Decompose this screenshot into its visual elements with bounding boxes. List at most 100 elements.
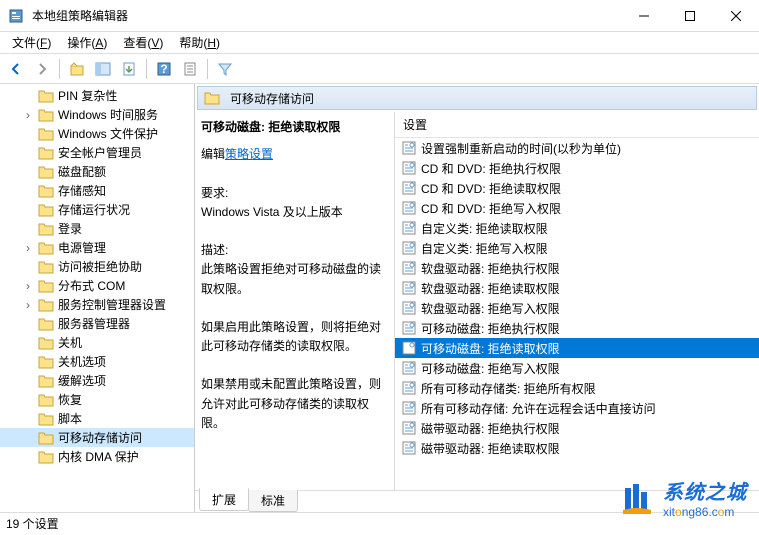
tree-item[interactable]: 安全帐户管理员 — [0, 143, 194, 162]
setting-item[interactable]: CD 和 DVD: 拒绝执行权限 — [395, 158, 759, 178]
selected-setting-title: 可移动磁盘: 拒绝读取权限 — [201, 118, 384, 137]
setting-label: CD 和 DVD: 拒绝执行权限 — [421, 160, 561, 177]
details-pane: 可移动存储访问 可移动磁盘: 拒绝读取权限 编辑策略设置 要求: Windows… — [195, 84, 759, 512]
tabs: 扩展标准 — [195, 490, 759, 512]
column-header-setting[interactable]: 设置 — [395, 112, 759, 138]
separator — [207, 59, 208, 79]
status-bar: 19 个设置 — [0, 512, 759, 534]
expand-icon: › — [26, 298, 38, 312]
menu-item[interactable]: 帮助(H) — [171, 32, 228, 53]
tree-item-label: 安全帐户管理员 — [58, 144, 142, 161]
menu-item[interactable]: 文件(F) — [4, 32, 59, 53]
setting-item[interactable]: 磁带驱动器: 拒绝读取权限 — [395, 438, 759, 458]
setting-item[interactable]: CD 和 DVD: 拒绝写入权限 — [395, 198, 759, 218]
description-pane: 可移动磁盘: 拒绝读取权限 编辑策略设置 要求: Windows Vista 及… — [195, 112, 395, 490]
setting-item[interactable]: 可移动磁盘: 拒绝读取权限 — [395, 338, 759, 358]
requirements-label: 要求: — [201, 184, 384, 203]
expand-icon: › — [26, 279, 38, 293]
tree-item[interactable]: ›分布式 COM — [0, 276, 194, 295]
setting-label: 软盘驱动器: 拒绝执行权限 — [421, 260, 560, 277]
setting-item[interactable]: 设置强制重新启动的时间(以秒为单位) — [395, 138, 759, 158]
setting-item[interactable]: 软盘驱动器: 拒绝读取权限 — [395, 278, 759, 298]
tree-item[interactable]: ›Windows 时间服务 — [0, 105, 194, 124]
setting-item[interactable]: 软盘驱动器: 拒绝执行权限 — [395, 258, 759, 278]
tree-item[interactable]: 服务器管理器 — [0, 314, 194, 333]
menu-item[interactable]: 查看(V) — [115, 32, 171, 53]
setting-label: 可移动磁盘: 拒绝执行权限 — [421, 320, 560, 337]
properties-button[interactable] — [178, 57, 202, 81]
tree-item[interactable]: 存储运行状况 — [0, 200, 194, 219]
tree-item[interactable]: 存储感知 — [0, 181, 194, 200]
description-text: 此策略设置拒绝对可移动磁盘的读取权限。 — [201, 260, 384, 298]
tree-item[interactable]: Windows 文件保护 — [0, 124, 194, 143]
setting-item[interactable]: 自定义类: 拒绝读取权限 — [395, 218, 759, 238]
tree-item[interactable]: 脚本 — [0, 409, 194, 428]
tree-item[interactable]: 磁盘配额 — [0, 162, 194, 181]
window-title: 本地组策略编辑器 — [32, 7, 621, 24]
description-paragraph: 如果启用此策略设置，则将拒绝对此可移动存储类的读取权限。 — [201, 318, 384, 356]
export-list-button[interactable] — [117, 57, 141, 81]
tree-item-label: PIN 复杂性 — [58, 87, 117, 104]
setting-item[interactable]: 所有可移动存储: 允许在远程会话中直接访问 — [395, 398, 759, 418]
setting-item[interactable]: 所有可移动存储类: 拒绝所有权限 — [395, 378, 759, 398]
tree-item-label: 电源管理 — [58, 239, 106, 256]
setting-item[interactable]: 磁带驱动器: 拒绝执行权限 — [395, 418, 759, 438]
setting-label: 可移动磁盘: 拒绝读取权限 — [421, 340, 560, 357]
setting-label: 软盘驱动器: 拒绝写入权限 — [421, 300, 560, 317]
setting-item[interactable]: 软盘驱动器: 拒绝写入权限 — [395, 298, 759, 318]
setting-label: CD 和 DVD: 拒绝读取权限 — [421, 180, 561, 197]
edit-label: 编辑 — [201, 147, 225, 161]
tree-item[interactable]: 内核 DMA 保护 — [0, 447, 194, 466]
tree-item[interactable]: 关机 — [0, 333, 194, 352]
menu-item[interactable]: 操作(A) — [59, 32, 115, 53]
expand-icon: › — [26, 241, 38, 255]
back-button[interactable] — [4, 57, 28, 81]
setting-label: 所有可移动存储: 允许在远程会话中直接访问 — [421, 400, 656, 417]
tree-item-label: 内核 DMA 保护 — [58, 448, 139, 465]
tree-item-label: 访问被拒绝协助 — [58, 258, 142, 275]
status-text: 19 个设置 — [6, 515, 59, 532]
tree-item-label: 关机选项 — [58, 353, 106, 370]
tree-pane[interactable]: PIN 复杂性›Windows 时间服务Windows 文件保护安全帐户管理员磁… — [0, 84, 195, 512]
setting-item[interactable]: 可移动磁盘: 拒绝写入权限 — [395, 358, 759, 378]
tree-item[interactable]: PIN 复杂性 — [0, 86, 194, 105]
tree-item[interactable]: 关机选项 — [0, 352, 194, 371]
setting-item[interactable]: 可移动磁盘: 拒绝执行权限 — [395, 318, 759, 338]
settings-list[interactable]: 设置 设置强制重新启动的时间(以秒为单位) CD 和 DVD: 拒绝执行权限 CD … — [395, 112, 759, 490]
setting-item[interactable]: 自定义类: 拒绝写入权限 — [395, 238, 759, 258]
maximize-button[interactable] — [667, 0, 713, 32]
edit-policy-link[interactable]: 策略设置 — [225, 147, 273, 161]
tree-item-label: 可移动存储访问 — [58, 429, 142, 446]
tree-item-label: 关机 — [58, 334, 82, 351]
setting-label: CD 和 DVD: 拒绝写入权限 — [421, 200, 561, 217]
requirements-text: Windows Vista 及以上版本 — [201, 203, 384, 222]
separator — [146, 59, 147, 79]
tab[interactable]: 标准 — [248, 490, 298, 512]
filter-button[interactable] — [213, 57, 237, 81]
up-button[interactable] — [65, 57, 89, 81]
show-hide-tree-button[interactable] — [91, 57, 115, 81]
folder-icon — [204, 91, 220, 105]
tree-item-label: 存储运行状况 — [58, 201, 130, 218]
tab[interactable]: 扩展 — [199, 488, 249, 511]
tree-item[interactable]: 缓解选项 — [0, 371, 194, 390]
description-paragraph: 如果禁用或未配置此策略设置，则允许对此可移动存储类的读取权限。 — [201, 375, 384, 433]
tree-item-label: Windows 文件保护 — [58, 125, 158, 142]
tree-item-label: 缓解选项 — [58, 372, 106, 389]
tree-item[interactable]: 可移动存储访问 — [0, 428, 194, 447]
tree-item[interactable]: 恢复 — [0, 390, 194, 409]
minimize-button[interactable] — [621, 0, 667, 32]
setting-label: 自定义类: 拒绝写入权限 — [421, 240, 548, 257]
close-button[interactable] — [713, 0, 759, 32]
separator — [59, 59, 60, 79]
setting-label: 自定义类: 拒绝读取权限 — [421, 220, 548, 237]
setting-item[interactable]: CD 和 DVD: 拒绝读取权限 — [395, 178, 759, 198]
help-button[interactable]: ? — [152, 57, 176, 81]
setting-label: 磁带驱动器: 拒绝读取权限 — [421, 440, 560, 457]
forward-button[interactable] — [30, 57, 54, 81]
tree-item[interactable]: 登录 — [0, 219, 194, 238]
content-area: PIN 复杂性›Windows 时间服务Windows 文件保护安全帐户管理员磁… — [0, 84, 759, 512]
tree-item[interactable]: 访问被拒绝协助 — [0, 257, 194, 276]
tree-item[interactable]: › 电源管理 — [0, 238, 194, 257]
tree-item[interactable]: ›服务控制管理器设置 — [0, 295, 194, 314]
